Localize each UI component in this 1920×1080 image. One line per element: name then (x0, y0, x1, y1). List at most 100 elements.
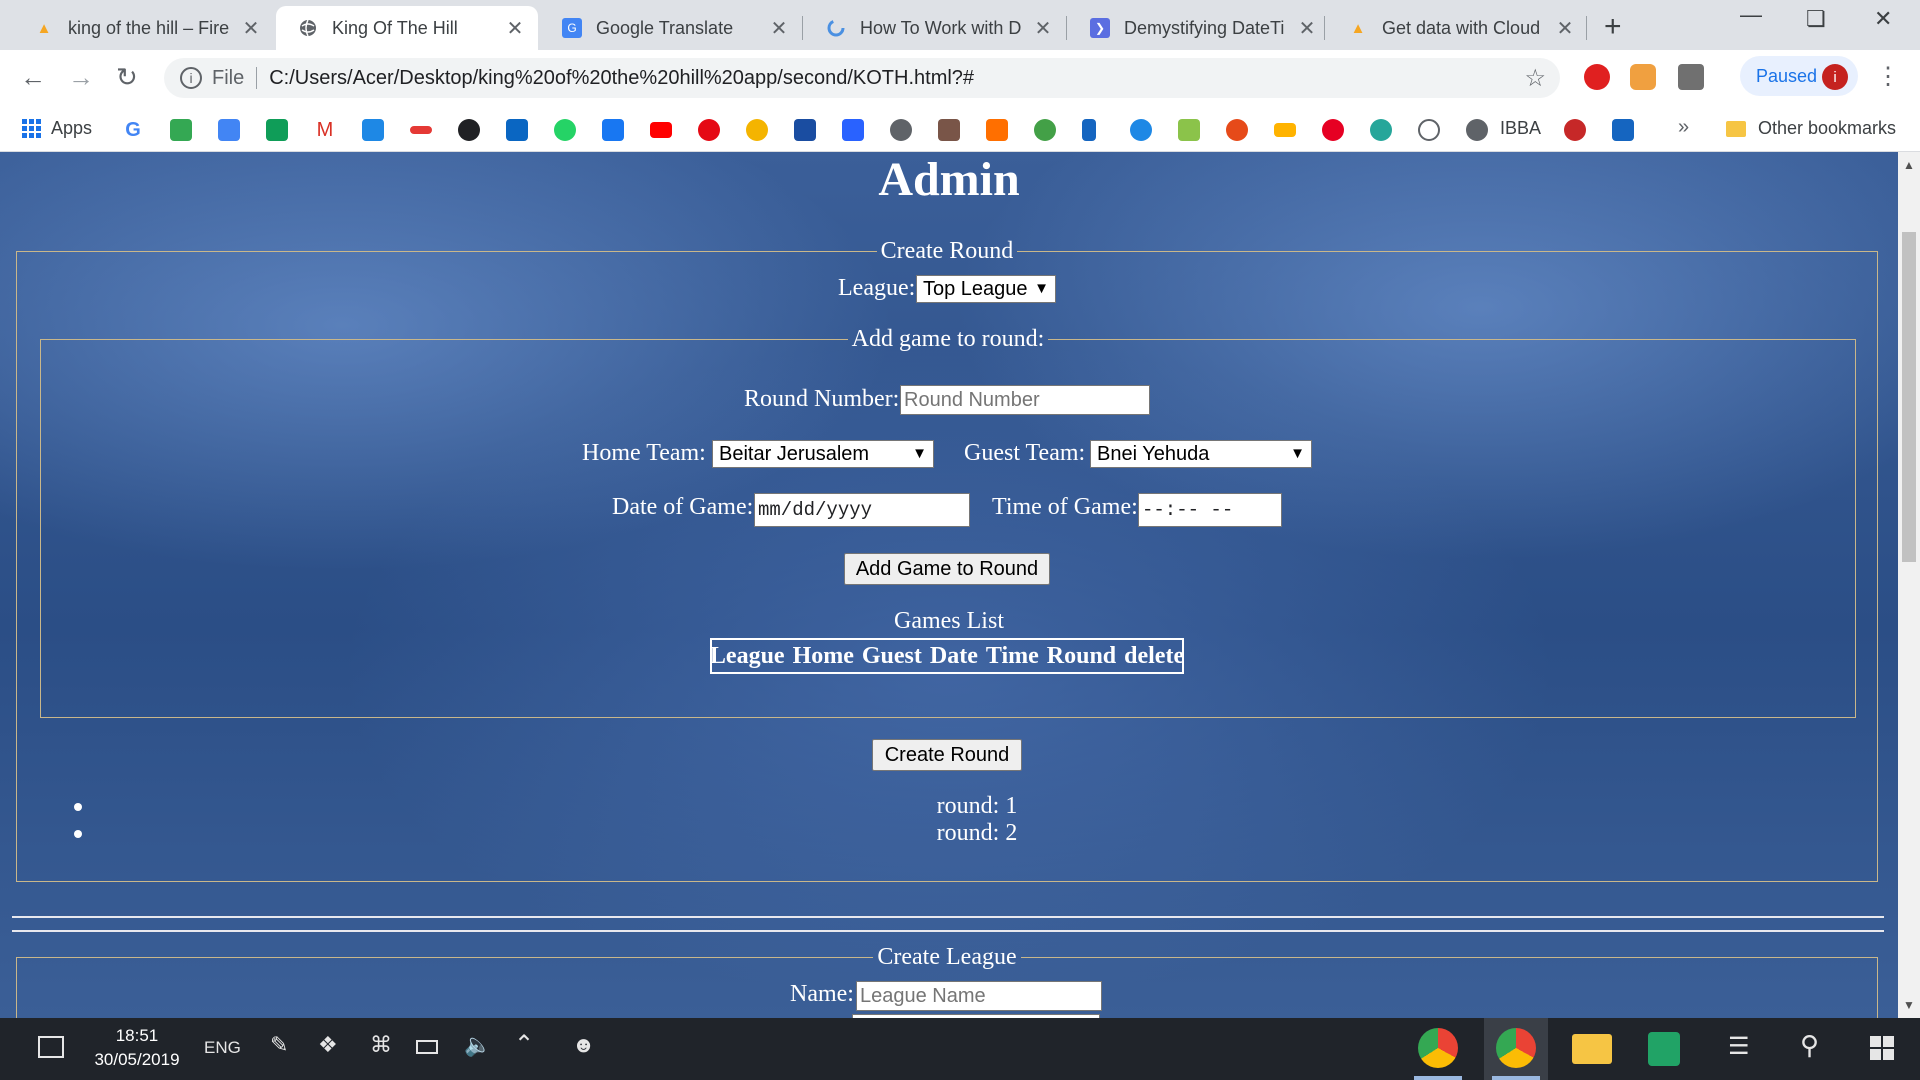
chrome-profile-taskbar-icon[interactable] (1496, 1028, 1536, 1068)
list-item[interactable]: round: 1 (0, 793, 1898, 819)
task-view-icon[interactable]: ☰ (1728, 1032, 1750, 1061)
bookmark-icon[interactable] (1034, 119, 1056, 141)
more-menu-icon[interactable]: ⋮ (1876, 62, 1900, 91)
league-name-input[interactable]: League Name (856, 981, 1102, 1011)
whatsapp-icon[interactable] (554, 119, 576, 141)
chrome-taskbar-icon[interactable] (1418, 1028, 1458, 1068)
tab-title: king of the hill – Fire (68, 17, 230, 38)
translate-icon[interactable] (218, 119, 240, 141)
profile-paused-button[interactable]: Paused i (1740, 56, 1858, 96)
tab-king-of-the-hill-firebase[interactable]: ▲ king of the hill – Fire ✕ (12, 6, 274, 50)
plus-icon[interactable] (266, 119, 288, 141)
reload-icon[interactable]: ↻ (116, 62, 138, 93)
scrollbar-thumb[interactable] (1902, 232, 1916, 562)
battery-icon[interactable] (416, 1040, 438, 1054)
home-team-selected-value: Beitar Jerusalem (719, 443, 870, 465)
more-bookmarks-chevron-icon[interactable]: » (1678, 116, 1689, 139)
bookmark-blue-icon[interactable] (362, 119, 384, 141)
gmail-icon[interactable]: M (314, 119, 336, 141)
bookmark-icon[interactable] (938, 119, 960, 141)
bookmark-icon[interactable] (1130, 119, 1152, 141)
tab-king-of-the-hill[interactable]: King Of The Hill ✕ (276, 6, 538, 50)
new-tab-plus-icon[interactable]: + (1604, 10, 1622, 44)
google-translate-icon: G (562, 18, 582, 38)
time-of-game-input[interactable]: --:-- -- (1138, 493, 1282, 527)
extension-basket-icon[interactable] (1630, 64, 1656, 90)
gear-icon[interactable] (890, 119, 912, 141)
wifi-icon[interactable]: ⌘ (370, 1032, 392, 1058)
date-of-game-input[interactable]: mm/dd/yyyy (754, 493, 970, 527)
tab-google-translate[interactable]: G Google Translate ✕ (540, 6, 802, 50)
tab-separator (1586, 16, 1587, 40)
bookmark-icon[interactable] (1274, 123, 1296, 137)
chevron-up-icon[interactable]: ⌃ (514, 1030, 534, 1059)
tab-get-data-cloud[interactable]: ▲ Get data with Cloud ✕ (1326, 6, 1588, 50)
page-scrollbar[interactable]: ▲ ▼ (1898, 152, 1920, 1018)
tab-how-to-work[interactable]: How To Work with D ✕ (804, 6, 1066, 50)
search-icon[interactable]: ⚲ (1800, 1030, 1819, 1061)
close-icon[interactable]: ✕ (1032, 16, 1054, 41)
scroll-up-arrow-icon[interactable]: ▲ (1903, 158, 1915, 172)
restore-icon[interactable]: ❏ (1806, 6, 1826, 32)
close-icon[interactable]: ✕ (768, 16, 790, 41)
bookmark-red-icon[interactable] (410, 126, 432, 134)
speedometer-icon[interactable] (1418, 119, 1440, 141)
address-bar[interactable]: i File C:/Users/Acer/Desktop/king%20of%2… (164, 58, 1560, 98)
bookmarks-bar: Apps G M IBBA » Other bookmarks (0, 106, 1920, 152)
linkedin-icon[interactable] (506, 119, 528, 141)
github-icon[interactable] (458, 119, 480, 141)
create-round-button[interactable]: Create Round (872, 739, 1022, 771)
bookmark-icon[interactable] (842, 119, 864, 141)
extension-icon[interactable] (1678, 64, 1704, 90)
close-icon[interactable]: ✕ (504, 16, 526, 41)
windows-start-icon[interactable] (1870, 1036, 1894, 1065)
close-icon[interactable]: ✕ (240, 16, 262, 41)
league-select[interactable]: Top League ▼ (916, 275, 1056, 303)
dropbox-icon[interactable]: ❖ (318, 1032, 338, 1058)
youtube-icon[interactable] (650, 122, 672, 138)
globe-icon[interactable] (1466, 119, 1488, 141)
adblock-extension-icon[interactable] (1584, 64, 1610, 90)
facebook-icon[interactable] (602, 119, 624, 141)
round-number-input[interactable]: Round Number (900, 385, 1150, 415)
pinterest-icon[interactable] (1322, 119, 1344, 141)
colorful-icon[interactable] (746, 119, 768, 141)
tomato-icon[interactable] (1226, 119, 1248, 141)
forward-arrow-icon[interactable]: → (68, 62, 94, 93)
url-text[interactable]: C:/Users/Acer/Desktop/king%20of%20the%20… (269, 67, 974, 90)
other-bookmarks[interactable]: Other bookmarks (1726, 118, 1896, 139)
back-arrow-icon[interactable]: ← (20, 62, 46, 93)
pen-icon[interactable]: ✎ (270, 1032, 288, 1058)
system-clock[interactable]: 18:51 30/05/2019 (82, 1024, 192, 1072)
ynet-icon[interactable] (698, 119, 720, 141)
google-icon[interactable]: G (122, 119, 144, 141)
bookmark-star-icon[interactable]: ☆ (1524, 64, 1546, 93)
people-icon[interactable]: ☻ (572, 1032, 595, 1058)
file-explorer-icon[interactable] (1572, 1034, 1612, 1064)
scroll-down-arrow-icon[interactable]: ▼ (1903, 998, 1915, 1012)
bookmark-icon[interactable] (1564, 119, 1586, 141)
spreadsheet-app-icon[interactable] (1648, 1032, 1680, 1066)
language-indicator[interactable]: ENG (204, 1038, 241, 1058)
close-icon[interactable]: ✕ (1296, 16, 1318, 41)
maps-icon[interactable] (170, 119, 192, 141)
close-window-icon[interactable]: ✕ (1874, 6, 1892, 32)
bookmark-ibba[interactable]: IBBA (1500, 118, 1541, 139)
bookmark-icon[interactable] (1612, 119, 1634, 141)
list-item[interactable]: round: 2 (0, 820, 1898, 846)
runner-icon[interactable] (1082, 119, 1096, 141)
bookmark-icon[interactable] (1178, 119, 1200, 141)
apps-shortcut[interactable]: Apps (22, 118, 92, 139)
bookmark-icon[interactable] (1370, 119, 1392, 141)
close-icon[interactable]: ✕ (1554, 16, 1576, 41)
minimize-icon[interactable]: — (1740, 2, 1762, 28)
action-center-icon[interactable] (38, 1036, 64, 1058)
info-icon[interactable]: i (180, 67, 202, 89)
bookmark-icon[interactable] (794, 119, 816, 141)
bookmark-icon[interactable] (986, 119, 1008, 141)
guest-team-select[interactable]: Bnei Yehuda ▼ (1090, 440, 1312, 468)
add-game-to-round-button[interactable]: Add Game to Round (844, 553, 1050, 585)
tab-demystifying-datetime[interactable]: ❯ Demystifying DateTi ✕ (1068, 6, 1330, 50)
volume-icon[interactable]: 🔈 (464, 1032, 491, 1058)
home-team-select[interactable]: Beitar Jerusalem ▼ (712, 440, 934, 468)
